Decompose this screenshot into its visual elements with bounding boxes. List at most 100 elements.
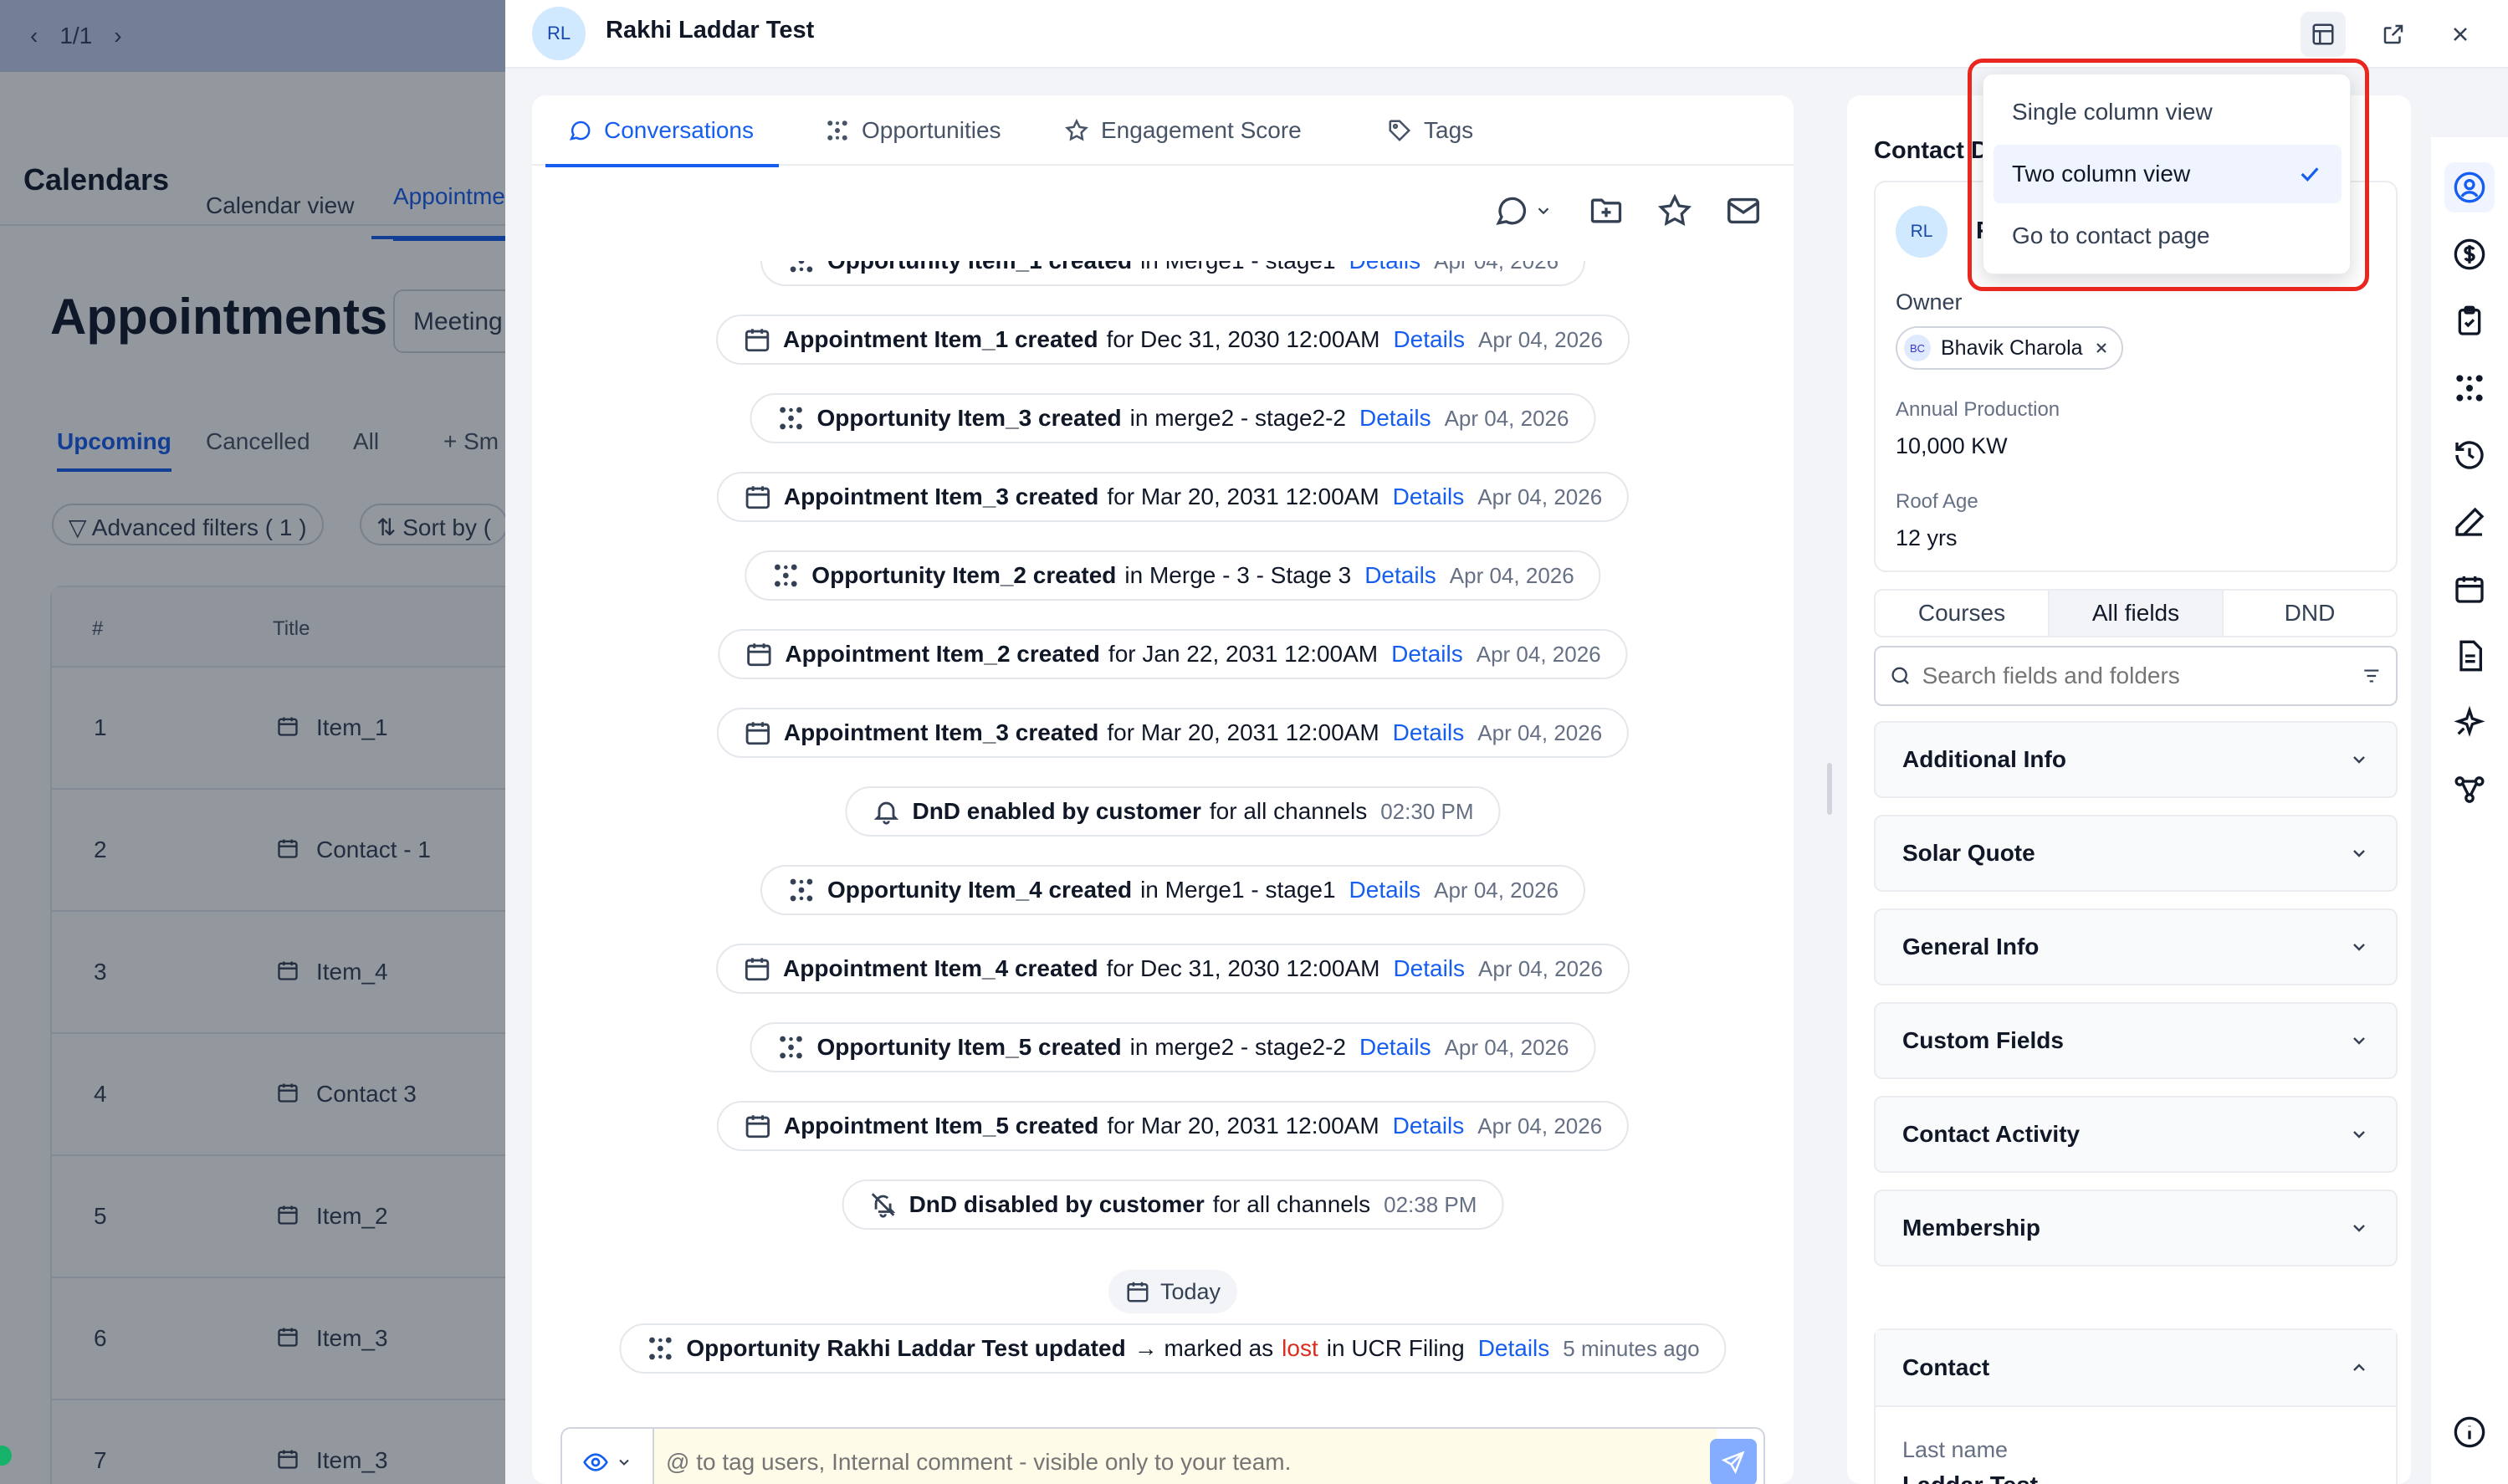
background-app: ‹ 1/1 › Calendars Calendar view Appointm… [0, 0, 519, 1484]
activity-event: DnD enabled by customer for all channels 0… [845, 786, 1501, 837]
rail-tasks[interactable] [2444, 296, 2495, 346]
tab-conversations-label: Conversations [604, 117, 754, 143]
owner-avatar: BC [1904, 335, 1931, 361]
folder-plus-icon [1590, 198, 1622, 223]
owner-chip[interactable]: BC Bhavik Charola [1896, 326, 2123, 370]
activity-event: Opportunity Rakhi Laddar Test updated → m… [619, 1323, 1727, 1374]
rail-payments[interactable] [2444, 229, 2495, 279]
calendar-icon [745, 1115, 770, 1139]
rail-calendar[interactable] [2444, 564, 2495, 614]
chevron-down-icon [619, 1459, 629, 1466]
activity-event: Opportunity Item_2 created in Merge - 3 -… [745, 550, 1601, 601]
event-details-link[interactable]: Details [1393, 484, 1465, 510]
event-time: Apr 04, 2026 [1434, 261, 1559, 274]
tab-opportunities[interactable]: Opportunities [825, 95, 1001, 166]
side-rail [2431, 137, 2508, 1484]
modal-overlay[interactable] [0, 0, 519, 1484]
activity-event: Appointment Item_4 created for Dec 31, 20… [716, 944, 1630, 994]
visibility-select[interactable] [562, 1429, 654, 1484]
accordion-item[interactable]: Membership [1874, 1190, 2398, 1267]
add-to-folder-button[interactable] [1583, 187, 1630, 234]
accordion-title: Custom Fields [1902, 1027, 2064, 1053]
event-details-link[interactable]: Details [1393, 1113, 1465, 1139]
accordion-contact-header[interactable]: Contact [1876, 1330, 2396, 1407]
rail-history[interactable] [2444, 430, 2495, 480]
activity-event: Appointment Item_5 created for Mar 20, 20… [716, 1101, 1630, 1151]
rail-contact[interactable] [2444, 162, 2495, 212]
event-title: Appointment Item_1 created [783, 326, 1098, 352]
rail-opportunities[interactable] [2444, 363, 2495, 413]
segment-all-fields[interactable]: All fields [2050, 591, 2224, 636]
rail-workflows[interactable] [2444, 765, 2495, 815]
rail-info[interactable] [2444, 1407, 2495, 1457]
rail-documents[interactable] [2444, 631, 2495, 681]
contact-details-panel: Contact D RL F Owner BC Bhavik Charola A… [1847, 95, 2411, 1484]
favorite-button[interactable] [1651, 187, 1698, 234]
event-details-link[interactable]: Details [1364, 562, 1436, 589]
dollar-circle-icon [2454, 238, 2485, 270]
event-text: for Jan 22, 2031 12:00AM [1108, 641, 1379, 667]
event-title: Opportunity Rakhi Laddar Test updated [686, 1335, 1126, 1361]
calendar-icon [2455, 576, 2484, 603]
opportunity-icon [780, 407, 802, 430]
bell-icon [873, 801, 899, 825]
date-separator-label: Today [1159, 1278, 1221, 1304]
segment-courses[interactable]: Courses [1876, 591, 2050, 636]
rail-ai[interactable] [2444, 698, 2495, 748]
event-details-link[interactable]: Details [1393, 955, 1465, 982]
event-details-link[interactable]: Details [1393, 719, 1465, 746]
activity-event: Appointment Item_3 created for Mar 20, 20… [716, 472, 1630, 522]
rail-keyboard[interactable] [2444, 1472, 2495, 1484]
event-text: for Dec 31, 2030 12:00AM [1106, 326, 1380, 352]
opportunity-icon [790, 261, 813, 273]
event-title: Opportunity Item_3 created [816, 405, 1122, 431]
remove-owner-icon[interactable] [2093, 340, 2110, 356]
layout-toggle-button[interactable] [2301, 12, 2346, 57]
event-text: for all channels [1209, 798, 1368, 824]
send-button[interactable] [1710, 1439, 1757, 1484]
comment-input[interactable] [654, 1429, 1717, 1484]
event-time: Apr 04, 2026 [1449, 562, 1574, 588]
calendar-icon [745, 329, 770, 352]
tab-conversations[interactable]: Conversations [545, 95, 779, 167]
filter-lines-icon[interactable] [2361, 665, 2383, 687]
chevron-down-icon [2353, 944, 2365, 951]
column-resize-handle[interactable] [1827, 763, 1832, 815]
accordion-item[interactable]: Solar Quote [1874, 815, 2398, 892]
event-time: Apr 04, 2026 [1434, 877, 1559, 903]
tab-tags[interactable]: Tags [1387, 95, 1473, 166]
opportunity-icon [780, 1036, 802, 1059]
tag-icon [1389, 120, 1411, 142]
event-details-link[interactable]: Details [1349, 261, 1421, 274]
event-details-link[interactable]: Details [1478, 1335, 1550, 1362]
accordion-item[interactable]: Additional Info [1874, 721, 2398, 798]
layout-icon [2312, 23, 2334, 45]
channel-select-button[interactable] [1484, 187, 1561, 234]
accordion-item[interactable]: Custom Fields [1874, 1002, 2398, 1079]
event-title: Opportunity Item_4 created [827, 877, 1133, 903]
event-text: for all channels [1212, 1191, 1371, 1217]
event-text: for Dec 31, 2030 12:00AM [1106, 955, 1380, 981]
opportunity-icon [2456, 375, 2483, 402]
event-text: in Merge1 - stage1 [1140, 261, 1335, 274]
close-button[interactable] [2438, 12, 2483, 57]
event-details-link[interactable]: Details [1391, 641, 1463, 668]
history-icon [2455, 441, 2484, 469]
field-label-roof-age: Roof Age [1896, 490, 1978, 513]
clipboard-check-icon [2458, 305, 2481, 335]
tab-engagement-score[interactable]: Engagement Score [1064, 95, 1302, 166]
accordion-item[interactable]: General Info [1874, 908, 2398, 985]
event-details-link[interactable]: Details [1393, 326, 1465, 353]
bell-off-icon [871, 1193, 896, 1218]
accordion-item[interactable]: Contact Activity [1874, 1096, 2398, 1173]
event-time: Apr 04, 2026 [1478, 955, 1603, 981]
email-button[interactable] [1720, 187, 1767, 234]
event-details-link[interactable]: Details [1359, 405, 1431, 432]
event-details-link[interactable]: Details [1349, 877, 1421, 903]
rail-notes[interactable] [2444, 497, 2495, 547]
open-external-button[interactable] [2371, 12, 2416, 57]
event-title: Appointment Item_3 created [783, 719, 1099, 745]
event-details-link[interactable]: Details [1359, 1034, 1431, 1061]
search-input[interactable] [1922, 663, 2352, 689]
segment-dnd[interactable]: DND [2224, 591, 2396, 636]
